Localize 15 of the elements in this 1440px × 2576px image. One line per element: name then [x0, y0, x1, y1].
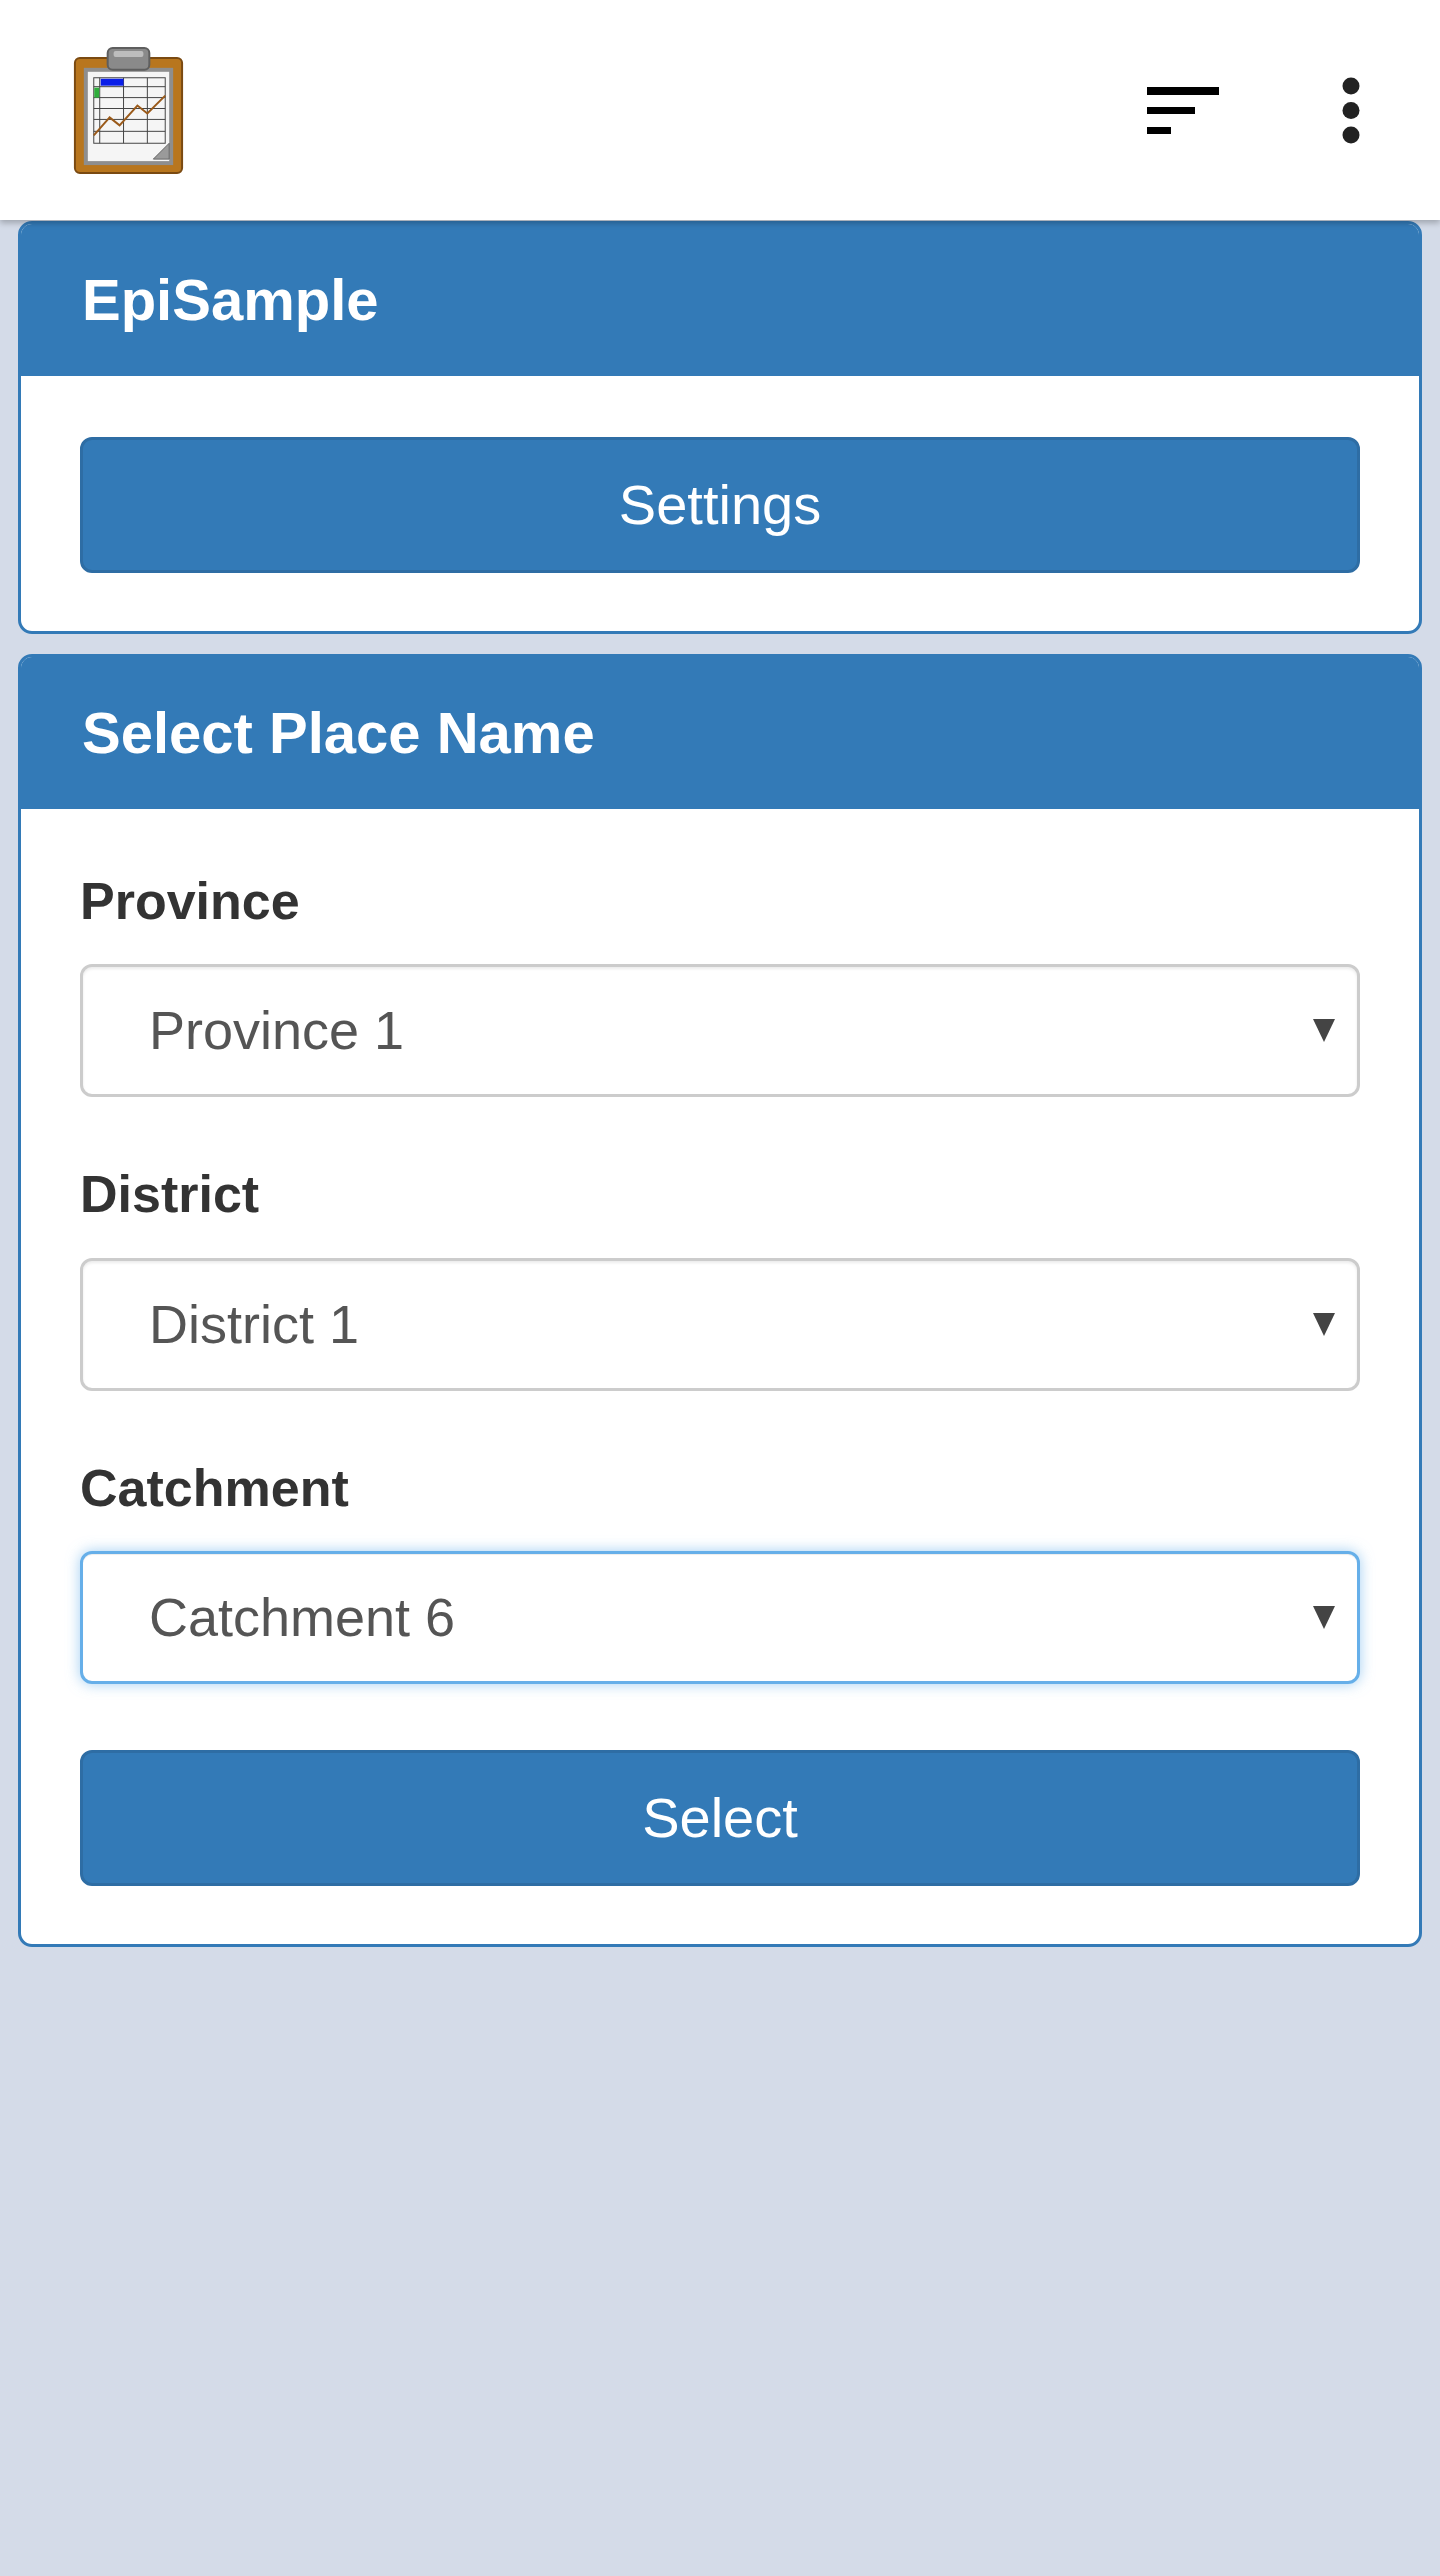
- field-label: Province: [80, 871, 301, 932]
- more-options-icon[interactable]: [1342, 76, 1360, 144]
- caret-icon: [1313, 1019, 1335, 1043]
- caret-icon: [1313, 1606, 1335, 1630]
- field-label: District: [80, 1164, 261, 1226]
- panel-title: EpiSample: [82, 266, 379, 335]
- sort-icon[interactable]: [1147, 86, 1219, 134]
- field-label: Catchment: [80, 1457, 350, 1519]
- primary-button[interactable]: Settings: [80, 437, 1360, 573]
- select-field[interactable]: Province 1: [80, 964, 1360, 1098]
- caret-icon: [1313, 1312, 1335, 1336]
- panel-title: Select Place Name: [82, 699, 595, 768]
- primary-button[interactable]: Select: [80, 1750, 1360, 1887]
- select-field[interactable]: Catchment 6: [80, 1551, 1360, 1685]
- select-field[interactable]: District 1: [80, 1257, 1360, 1391]
